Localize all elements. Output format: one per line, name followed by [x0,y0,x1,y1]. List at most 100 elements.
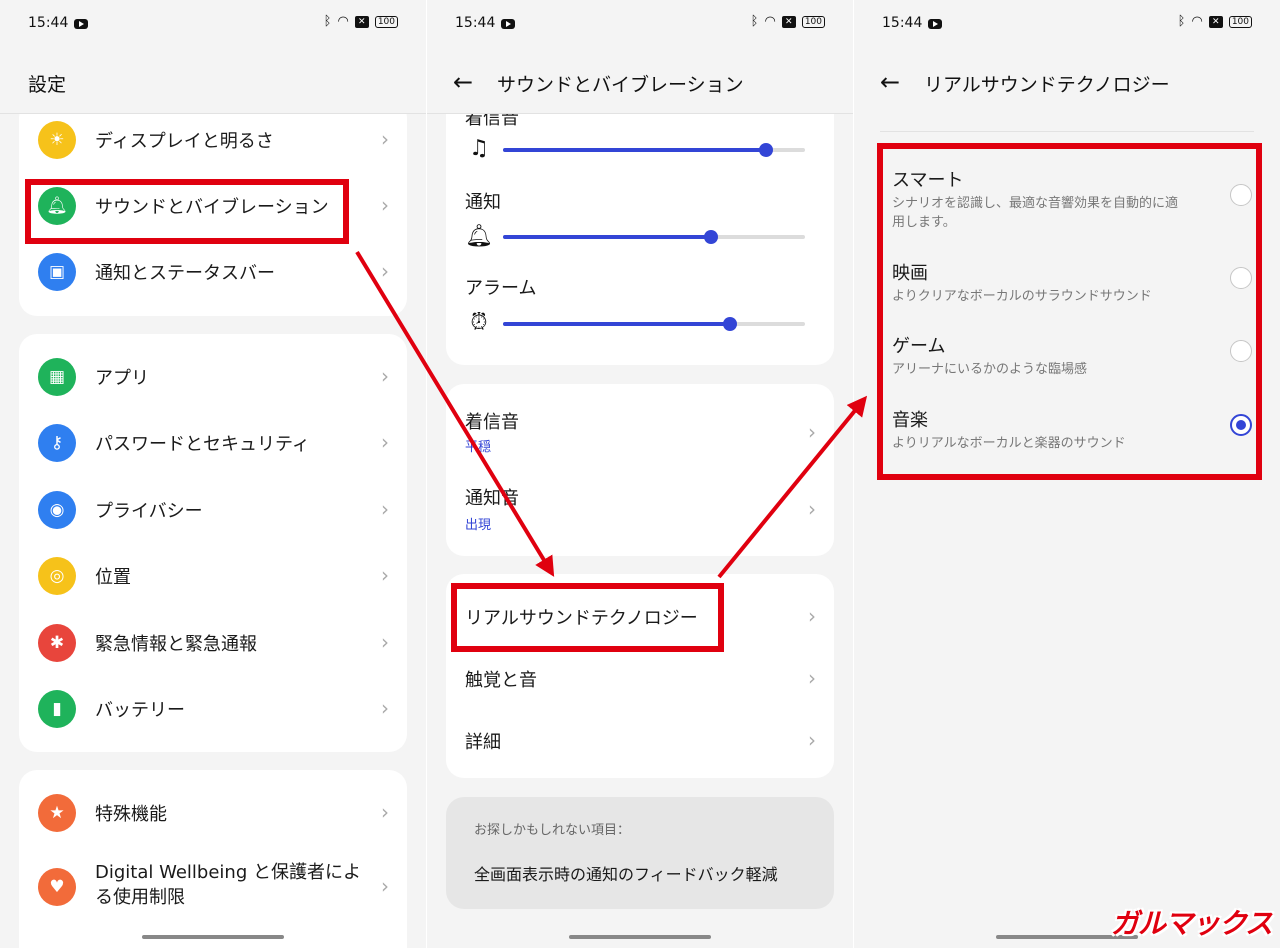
real-sound-header: ← リアルサウンドテクノロジー [854,48,1280,114]
settings-item-apps[interactable]: ▦ アプリ › [19,344,407,410]
bluetooth-icon: ᛒ [1177,14,1186,29]
real-sound-technology-item[interactable]: リアルサウンドテクノロジー › [446,584,834,650]
chevron-right-icon: › [808,497,816,521]
settings-item-label: サウンドとバイブレーション [95,197,329,218]
settings-item-label: 位置 [95,567,131,588]
settings-item-label: 緊急情報と緊急通報 [95,634,257,655]
radio-game[interactable] [1230,340,1252,362]
settings-item-label: 通知とステータスバー [95,263,275,284]
settings-item-privacy[interactable]: ◉ プライバシー › [19,477,407,543]
home-indicator [569,935,711,939]
option-music[interactable]: 音楽 よりリアルなボーカルと楽器のサウンド [892,406,1252,456]
item-title: 着信音 [465,412,519,433]
suggestion-card: お探しかもしれない項目： 全画面表示時の通知のフィードバック軽減 [446,797,834,909]
back-arrow-icon[interactable]: ← [453,68,473,96]
chevron-right-icon: › [381,497,389,521]
sun-icon: ☀ [38,121,76,159]
ringtone-volume-slider[interactable] [503,143,805,157]
more-card: リアルサウンドテクノロジー › 触覚と音 › 詳細 › [446,574,834,778]
ringtone-item[interactable]: 着信音 平穏 › [446,384,834,470]
radio-music[interactable] [1230,414,1252,436]
status-bar: 15:44 ᛒ ◠ ✕ 100 [854,0,1280,48]
settings-item-special[interactable]: ★ 特殊機能 › [19,780,407,846]
option-desc: よりリアルなボーカルと楽器のサウンド [892,436,1126,451]
chevron-right-icon: › [808,604,816,628]
battery-status-icon: 100 [1228,15,1252,28]
haptics-sound-item[interactable]: 触覚と音 › [446,646,834,712]
item-value: 平穏 [465,440,492,455]
chevron-right-icon: › [381,127,389,151]
settings-item-wellbeing[interactable]: ♥ Digital Wellbeing と保護者による使用制限 › [19,852,407,922]
divider [880,131,1254,132]
status-bar: 15:44 ᛒ ◠ ✕ 100 [0,0,426,48]
bluetooth-icon: ᛒ [323,14,332,29]
page-title: 設定 [28,74,67,96]
slider-label: アラーム [465,278,537,299]
x-badge-icon: ✕ [1208,15,1223,28]
option-game[interactable]: ゲーム アリーナにいるかのような臨場感 [892,332,1252,382]
back-arrow-icon[interactable]: ← [880,68,900,96]
chevron-right-icon: › [381,800,389,824]
option-title: 映画 [892,263,928,284]
chevron-right-icon: › [381,696,389,720]
chevron-right-icon: › [381,874,389,898]
notification-tone-item[interactable]: 通知音 出現 › [446,470,834,556]
page-title: リアルサウンドテクノロジー [924,74,1170,96]
details-item[interactable]: 詳細 › [446,708,834,774]
heart-person-icon: ♥ [38,868,76,906]
settings-item-location[interactable]: ◎ 位置 › [19,543,407,609]
key-icon: ⚷ [38,424,76,462]
chevron-right-icon: › [381,364,389,388]
settings-header: 設定 [0,48,426,114]
volume-card: 着信音 ♫ 通知 🔔︎ アラーム ⏰︎ [446,80,834,365]
radio-smart[interactable] [1230,184,1252,206]
location-icon: ◎ [38,557,76,595]
settings-screen: 15:44 ᛒ ◠ ✕ 100 設定 ☀ ディスプレイと明るさ › 🔔︎ サウン… [0,0,426,948]
notification-volume-slider[interactable] [503,230,805,244]
option-smart[interactable]: スマート シナリオを認識し、最適な音響効果を自動的に適用します。 [892,166,1252,236]
settings-item-battery[interactable]: ▮ バッテリー › [19,676,407,742]
settings-item-label: ディスプレイと明るさ [95,131,274,152]
slider-knob[interactable] [722,317,737,331]
home-indicator [142,935,284,939]
bell-icon: 🔔︎ [38,187,76,225]
x-badge-icon: ✕ [354,15,369,28]
settings-item-emergency[interactable]: ✱ 緊急情報と緊急通報 › [19,610,407,676]
suggestion-item[interactable]: 全画面表示時の通知のフィードバック軽減 [474,861,778,885]
option-title: スマート [892,170,964,191]
chevron-right-icon: › [808,728,816,752]
status-time: 15:44 [882,15,923,31]
radio-movie[interactable] [1230,267,1252,289]
settings-item-notifications[interactable]: ▣ 通知とステータスバー › [19,239,407,305]
settings-item-label: 特殊機能 [95,804,167,825]
sound-vibration-screen: 15:44 ᛒ ◠ ✕ 100 ← サウンドとバイブレーション 着信音 ♫ 通知… [427,0,853,948]
option-movie[interactable]: 映画 よりクリアなボーカルのサラウンドサウンド [892,259,1252,309]
slider-fill [503,322,730,326]
item-title: 通知音 [465,488,519,509]
settings-item-display[interactable]: ☀ ディスプレイと明るさ › [19,107,407,173]
settings-item-security[interactable]: ⚷ パスワードとセキュリティ › [19,410,407,476]
settings-group-1: ☀ ディスプレイと明るさ › 🔔︎ サウンドとバイブレーション › ▣ 通知とス… [19,100,407,316]
settings-item-sound[interactable]: 🔔︎ サウンドとバイブレーション › [19,173,407,239]
slider-knob[interactable] [704,230,719,244]
youtube-icon [928,19,942,29]
bluetooth-icon: ᛒ [750,14,759,29]
settings-group-3: ★ 特殊機能 › ♥ Digital Wellbeing と保護者による使用制限… [19,770,407,948]
suggestion-caption: お探しかもしれない項目： [474,823,631,838]
settings-item-label: アプリ [95,368,149,389]
battery-icon: ▮ [38,690,76,728]
settings-item-label: パスワードとセキュリティ [95,434,310,455]
alarm-icon: ⏰︎ [470,310,488,335]
watermark-logo: ガルマックス [1110,907,1273,940]
chevron-right-icon: › [381,563,389,587]
option-title: 音楽 [892,410,928,431]
slider-label: 通知 [465,192,501,213]
battery-status-icon: 100 [801,15,825,28]
alarm-volume-slider[interactable] [503,317,805,331]
slider-knob[interactable] [758,143,773,157]
eye-lock-icon: ◉ [38,491,76,529]
ringtone-icon: ♫ [469,136,489,161]
x-badge-icon: ✕ [781,15,796,28]
chevron-right-icon: › [808,666,816,690]
chevron-right-icon: › [381,193,389,217]
